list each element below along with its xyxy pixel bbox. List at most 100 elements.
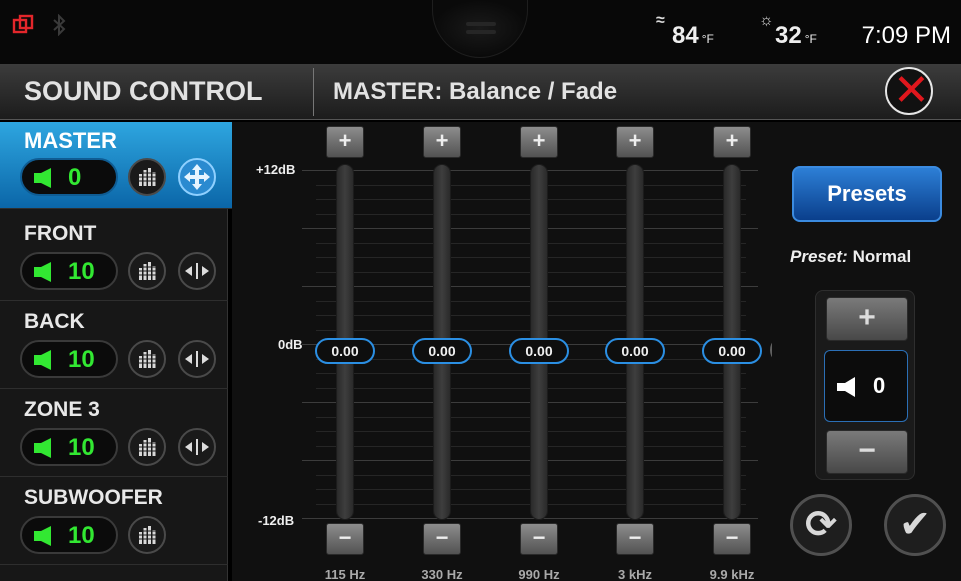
- title-divider: [313, 68, 314, 116]
- confirm-button[interactable]: ✔: [884, 494, 946, 556]
- band-decrease-button[interactable]: −: [616, 523, 654, 555]
- db-min-label: -12dB: [258, 513, 295, 528]
- band-increase-button[interactable]: +: [713, 126, 751, 158]
- equalizer-icon: [138, 438, 157, 456]
- left-right-arrows-icon: [185, 439, 209, 455]
- speaker-icon: [34, 262, 51, 282]
- eq-band: +0.00 − 115 Hz: [315, 122, 375, 581]
- master-volume-display: 0: [824, 350, 908, 422]
- wind-icon: ≈: [656, 12, 665, 29]
- master-volume-down-button[interactable]: −: [826, 430, 908, 474]
- band-increase-button[interactable]: +: [423, 126, 461, 158]
- eq-band: +0.00 − 990 Hz: [509, 122, 569, 581]
- band-value[interactable]: 0.00: [702, 338, 762, 364]
- zone-eq-button[interactable]: [128, 340, 166, 378]
- zone-eq-button[interactable]: [128, 428, 166, 466]
- preset-value: Normal: [852, 247, 912, 266]
- zone-item[interactable]: ZONE 3 10: [0, 390, 228, 477]
- title-bar: SOUND CONTROL MASTER: Balance / Fade ✕: [0, 64, 961, 120]
- equalizer-icon: [138, 526, 157, 544]
- zone-item[interactable]: FRONT 10: [0, 214, 228, 301]
- bluetooth-icon: [52, 13, 66, 41]
- db-max-label: +12dB: [256, 162, 296, 177]
- app-title: SOUND CONTROL: [24, 76, 263, 106]
- zone-eq-button[interactable]: [128, 516, 166, 554]
- speaker-icon: [34, 438, 51, 458]
- zone-name: MASTER: [24, 128, 117, 153]
- band-value[interactable]: 0.00: [412, 338, 472, 364]
- zone-item[interactable]: MASTER 0: [0, 122, 248, 209]
- presets-button[interactable]: Presets: [792, 166, 942, 222]
- left-right-arrows-icon: [185, 263, 209, 279]
- band-value[interactable]: 0.00: [315, 338, 375, 364]
- zone-volume-value: 10: [68, 346, 95, 373]
- clock: 7:09 PM: [861, 22, 951, 49]
- preset-label: Preset:: [790, 247, 848, 266]
- band-decrease-button[interactable]: −: [423, 523, 461, 555]
- band-increase-button[interactable]: +: [520, 126, 558, 158]
- band-frequency-label: 990 Hz: [518, 567, 560, 581]
- status-knob[interactable]: [432, 0, 528, 58]
- band-frequency-label: 330 Hz: [421, 567, 463, 581]
- zone-item[interactable]: SUBWOOFER 10: [0, 478, 228, 565]
- right-panel: Presets Preset: Normal + 0 − ⟳ ✔: [772, 122, 961, 581]
- close-button[interactable]: ✕: [885, 67, 933, 115]
- zone-balance-button[interactable]: [178, 252, 216, 290]
- master-volume-up-button[interactable]: +: [826, 297, 908, 341]
- band-increase-button[interactable]: +: [326, 126, 364, 158]
- band-frequency-label: 115 Hz: [324, 567, 366, 581]
- zone-eq-button[interactable]: [128, 252, 166, 290]
- equalizer-icon: [138, 168, 157, 186]
- speaker-icon: [34, 350, 51, 370]
- left-right-arrows-icon: [185, 351, 209, 367]
- band-decrease-button[interactable]: −: [326, 523, 364, 555]
- zone-balance-button[interactable]: [178, 158, 216, 196]
- four-arrows-icon: [184, 164, 210, 190]
- window-icon: [12, 14, 34, 41]
- zone-name: FRONT: [24, 222, 97, 245]
- zone-name: BACK: [24, 310, 85, 333]
- panel-title: MASTER: Balance / Fade: [333, 78, 618, 105]
- band-frequency-label: 9.9 kHz: [709, 567, 755, 581]
- speaker-icon: [34, 168, 51, 188]
- speaker-icon: [34, 526, 51, 546]
- sun-icon: ☼: [759, 12, 774, 29]
- inside-temperature: ☼ 32 °F: [759, 12, 817, 49]
- zone-name: SUBWOOFER: [24, 486, 163, 509]
- reset-button[interactable]: ⟳: [790, 494, 852, 556]
- db-mid-label: 0dB: [278, 337, 303, 352]
- equalizer-icon: [138, 350, 157, 368]
- zone-volume-button[interactable]: 10: [20, 428, 118, 466]
- master-volume-value: 0: [873, 373, 886, 398]
- zone-sidebar: MASTER 0 FRONT 10 BACK 10 ZONE 3 10 SUBWOOFER 10: [0, 122, 248, 581]
- zone-balance-button[interactable]: [178, 340, 216, 378]
- zone-balance-button[interactable]: [178, 428, 216, 466]
- status-bar: ≈84 °F ☼ 32 °F 7:09 PM: [0, 0, 961, 64]
- band-value[interactable]: 0.00: [605, 338, 665, 364]
- zone-volume-value: 10: [68, 258, 95, 285]
- zone-volume-button[interactable]: 0: [20, 158, 118, 196]
- checkmark-icon: ✔: [899, 504, 931, 546]
- zone-name: ZONE 3: [24, 398, 100, 421]
- zone-volume-value: 10: [68, 434, 95, 461]
- speaker-icon: [837, 377, 855, 397]
- band-decrease-button[interactable]: −: [520, 523, 558, 555]
- outside-temperature: ≈84 °F: [656, 12, 714, 49]
- zone-volume-button[interactable]: 10: [20, 252, 118, 290]
- band-decrease-button[interactable]: −: [713, 523, 751, 555]
- current-preset: Preset: Normal: [790, 247, 911, 267]
- zone-volume-value: 10: [68, 522, 95, 549]
- master-volume-control: + 0 −: [815, 290, 915, 480]
- band-increase-button[interactable]: +: [616, 126, 654, 158]
- equalizer-panel: +12dB 0dB -12dB +0.00 − 115 Hz +0.00 − 330 Hz…: [232, 122, 800, 581]
- zone-item[interactable]: BACK 10: [0, 302, 228, 389]
- band-frequency-label: 3 kHz: [618, 567, 652, 581]
- zone-volume-button[interactable]: 10: [20, 516, 118, 554]
- zone-eq-button[interactable]: [128, 158, 166, 196]
- equalizer-icon: [138, 262, 157, 280]
- x-icon: ✕: [893, 66, 930, 115]
- zone-volume-value: 0: [68, 164, 82, 191]
- band-value[interactable]: 0.00: [509, 338, 569, 364]
- zone-volume-button[interactable]: 10: [20, 340, 118, 378]
- eq-band: +0.00 − 9.9 kHz: [702, 122, 762, 581]
